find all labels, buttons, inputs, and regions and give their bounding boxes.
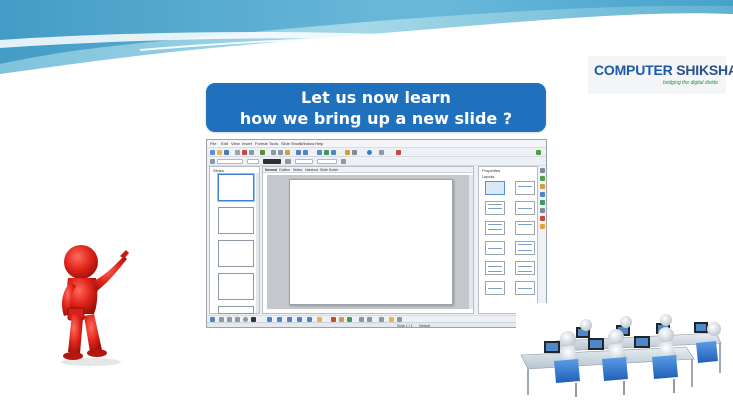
gallery-deck-icon (540, 216, 545, 221)
table-icon (317, 150, 322, 155)
layout-title-content (485, 201, 505, 215)
slides-pane-title: Slides (213, 168, 224, 173)
status-slide-count: Slide 1 / 1 (397, 324, 413, 328)
animation-icon (540, 192, 545, 197)
logo-word-computer: COMPUTER (594, 62, 673, 78)
sidebar-menu-icon (540, 168, 545, 173)
undo-icon (296, 150, 301, 155)
cut-icon (271, 150, 276, 155)
print-icon (249, 150, 254, 155)
menu-format: Format (255, 141, 268, 146)
layout-title-centered (515, 201, 535, 215)
lesson-title-banner: Let us now learn how we bring up a new s… (206, 83, 546, 132)
new-icon (210, 150, 215, 155)
styles-icon (540, 208, 545, 213)
title-line-2: how we bring up a new slide ? (239, 109, 513, 128)
layout-content-two (515, 241, 535, 255)
slide-canvas (267, 175, 471, 309)
tab-slide-sorter: Slide Sorter (320, 168, 339, 172)
properties-title: Properties (482, 168, 501, 173)
layout-two-content (485, 221, 505, 235)
slide-thumbnail-2 (218, 207, 254, 234)
tab-notes: Notes (293, 168, 303, 172)
zoom-icon (379, 150, 384, 155)
master-slides-icon (540, 184, 545, 189)
presenter-figure-illustration (46, 212, 158, 377)
layout-vertical-title (485, 281, 505, 295)
layout-title-only (515, 221, 535, 235)
menu-edit: Edit (221, 141, 228, 146)
extension-icon (536, 150, 541, 155)
logo-tagline: bridging the digital divide (662, 80, 718, 86)
redo-icon (303, 150, 308, 155)
logo-word-shiksha: SHIKSHA (672, 62, 733, 78)
layout-four-content (485, 261, 505, 275)
computer-shiksha-logo: COMPUTER SHIKSHA bridging the digital di… (588, 56, 733, 94)
blank-slide-page (289, 179, 453, 305)
slide-thumbnail-5 (218, 306, 254, 314)
layout-title-slide (515, 181, 535, 195)
drawing-toolbar (207, 315, 546, 322)
tab-normal: Normal (265, 168, 278, 172)
menu-help: Help (315, 141, 324, 146)
spellcheck-icon (260, 150, 265, 155)
impress-screenshot: File Edit View Insert Format Tools Slide… (206, 139, 547, 328)
line-width-field (247, 159, 259, 164)
view-tabs: Normal Outline Notes Handout Slide Sorte… (263, 167, 473, 173)
tab-handout: Handout (305, 168, 319, 172)
line-style-icon (210, 159, 215, 164)
navigator-icon (367, 150, 372, 155)
slide-thumbnail-1 (218, 174, 254, 201)
workspace-scrollbar (469, 175, 473, 309)
properties-pane: Properties Layouts (478, 166, 538, 314)
layout-blank (485, 181, 505, 195)
shadow-icon (341, 159, 346, 164)
properties-deck-icon (540, 176, 545, 181)
copy-icon (278, 150, 283, 155)
line-fill-toolbar (207, 157, 546, 166)
logo-text: COMPUTER SHIKSHA (594, 62, 733, 78)
export-icon (235, 150, 240, 155)
menu-bar: File Edit View Insert Format Tools Slide… (207, 140, 546, 148)
line-color-select (263, 159, 281, 164)
menu-view: View (231, 141, 240, 146)
title-line-1: Let us now learn (301, 88, 451, 107)
menu-tools: Tools (269, 141, 279, 146)
help-icon (396, 150, 401, 155)
pdf-icon (242, 150, 247, 155)
slide-thumbnail-3 (218, 240, 254, 267)
menu-file: File (210, 141, 217, 146)
layouts-heading: Layouts (482, 175, 495, 179)
slides-scrollbar (256, 173, 259, 313)
tab-outline: Outline (279, 168, 291, 172)
navigator-deck-icon (540, 224, 545, 229)
fill-color-select (317, 159, 337, 164)
area-style-select (295, 159, 313, 164)
layout-six-content (515, 261, 535, 275)
menu-slideshow: Slide Show (281, 141, 302, 146)
paste-icon (285, 150, 290, 155)
sidebar-deck (540, 166, 546, 314)
presentation-slide: COMPUTER SHIKSHA bridging the digital di… (0, 0, 733, 407)
slide-workspace: Normal Outline Notes Handout Slide Sorte… (262, 166, 474, 314)
status-bar: Slide 1 / 1 Default (207, 322, 546, 328)
transition-icon (540, 200, 545, 205)
menu-window: Window (300, 141, 315, 146)
status-master-name: Default (419, 324, 431, 328)
image-icon (324, 150, 329, 155)
gallery-icon (352, 150, 357, 155)
line-style-select (217, 159, 243, 164)
computer-lab-illustration (516, 303, 733, 400)
layout-centered-text (485, 241, 505, 255)
slide-thumbnail-4 (218, 273, 254, 300)
slides-pane: Slides (209, 166, 260, 314)
area-style-icon (285, 159, 291, 164)
standard-toolbar (207, 148, 546, 157)
save-icon (224, 150, 229, 155)
slideshow-icon (345, 150, 350, 155)
menu-insert: Insert (242, 141, 253, 146)
layout-vertical-text (515, 281, 535, 295)
open-icon (217, 150, 222, 155)
chart-icon (331, 150, 336, 155)
